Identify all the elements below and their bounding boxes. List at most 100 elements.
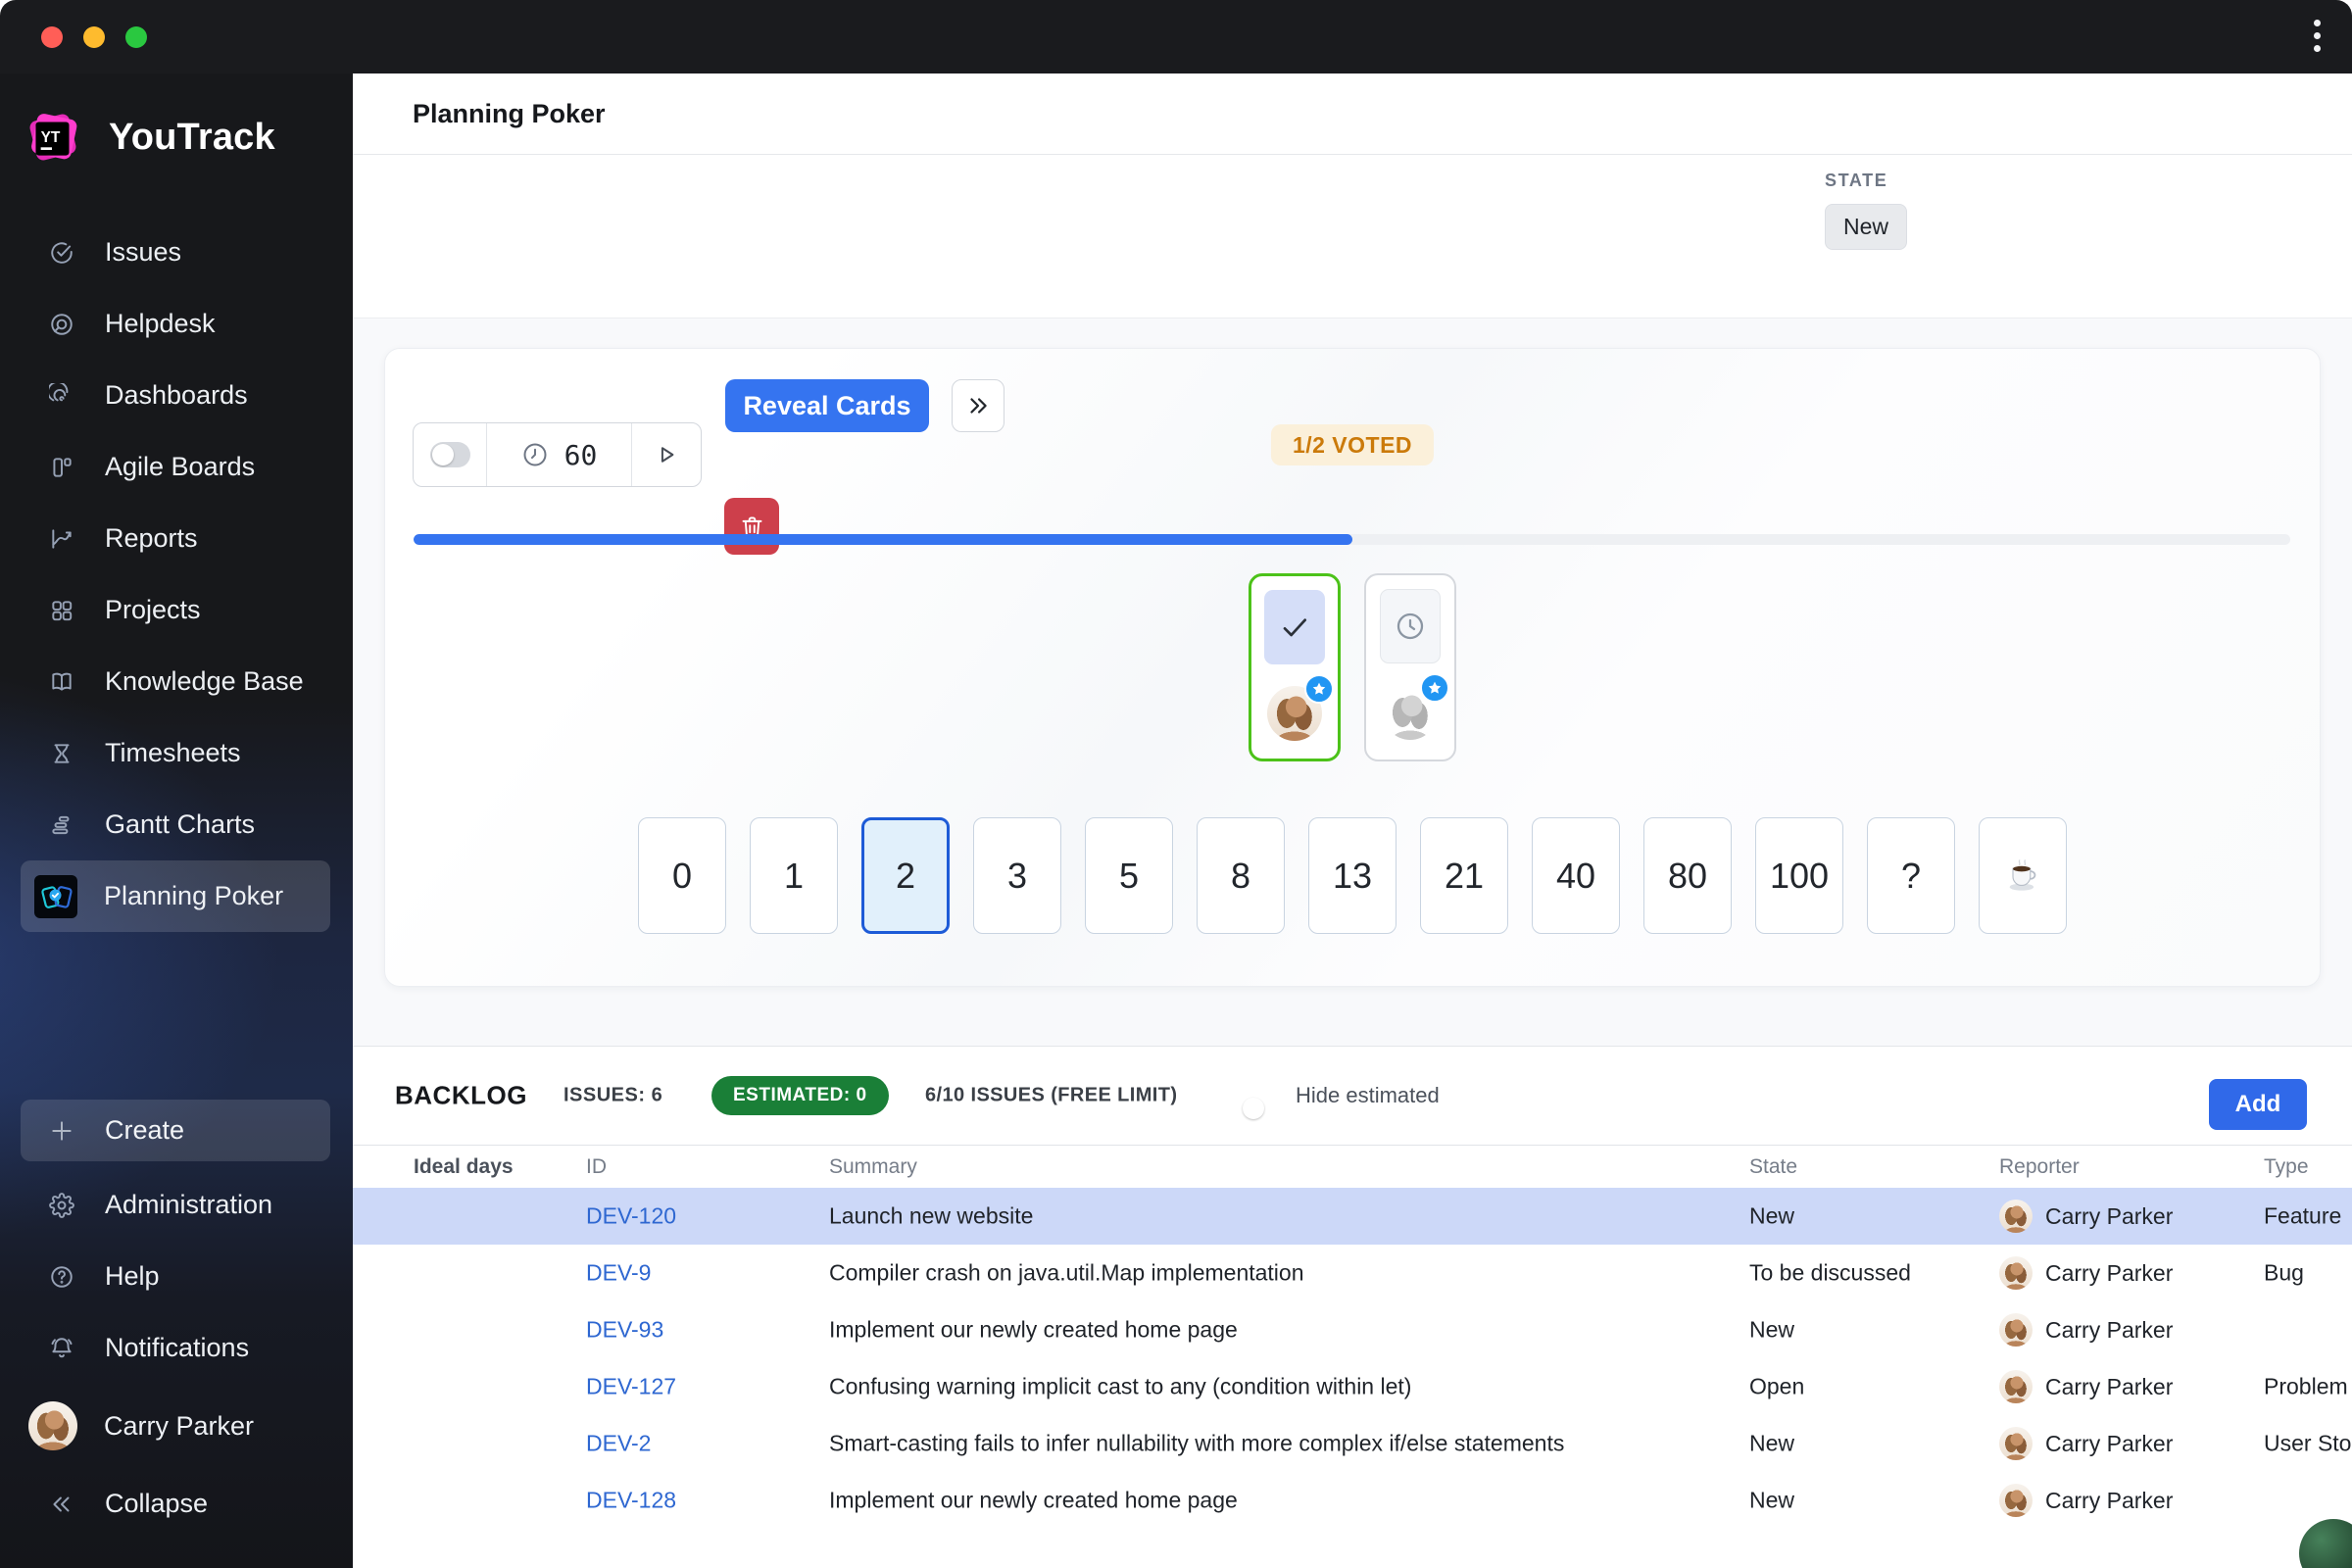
svg-text:YT: YT [41,129,61,146]
poker-card-1[interactable]: 1 [750,817,838,934]
table-row[interactable]: DEV-127 Confusing warning implicit cast … [353,1358,2352,1415]
delete-round-button[interactable] [724,498,779,555]
sidebar-item-timesheets[interactable]: Timesheets [21,717,330,789]
close-window-button[interactable] [41,25,63,48]
moderator-star-badge [1420,673,1449,703]
avatar [1999,1256,2033,1290]
poker-card-13[interactable]: 13 [1308,817,1396,934]
poker-cards-row: 0 1 2 3 5 8 13 21 40 80 100 ? [385,817,2320,934]
state-field: STATE New [1825,171,1908,250]
issue-id-link[interactable]: DEV-2 [586,1431,651,1457]
poker-card-question[interactable]: ? [1867,817,1955,934]
add-issue-button[interactable]: Add [2209,1079,2307,1130]
planning-poker-icon [34,874,77,918]
estimated-badge: ESTIMATED: 0 [711,1076,889,1115]
poker-card-2-selected[interactable]: 2 [861,817,950,934]
app-window: YT YouTrack Issues Helpdesk Dashboards A… [0,0,2352,1568]
poker-card-5[interactable]: 5 [1085,817,1173,934]
sidebar-item-label: Notifications [105,1333,250,1362]
create-button[interactable]: Create [21,1100,330,1161]
timer-toggle[interactable] [429,442,470,467]
sidebar-item-dashboards[interactable]: Dashboards [21,360,330,431]
sidebar-item-gantt-charts[interactable]: Gantt Charts [21,789,330,860]
poker-card-21[interactable]: 21 [1420,817,1508,934]
avatar [1999,1484,2033,1517]
collapse-sidebar-button[interactable]: Collapse [21,1468,353,1540]
sidebar-item-label: Dashboards [105,380,248,410]
reporter-name: Carry Parker [2045,1202,2174,1229]
start-timer-button[interactable] [631,423,701,486]
hourglass-icon [54,743,70,763]
poker-card-8[interactable]: 8 [1197,817,1285,934]
participants-row [385,573,2320,761]
sidebar-item-agile-boards[interactable]: Agile Boards [21,431,330,503]
avatar [1999,1313,2033,1347]
sidebar-item-label: Help [105,1261,160,1291]
state-value-badge[interactable]: New [1825,204,1908,250]
sidebar-item-label: Reports [105,523,198,553]
sidebar-item-reports[interactable]: Reports [21,503,330,574]
sidebar-item-helpdesk[interactable]: Helpdesk [21,288,330,360]
sidebar-item-planning-poker[interactable]: Planning Poker [21,860,330,932]
kebab-menu-icon[interactable] [2314,20,2321,52]
issue-state: New [1749,1316,1795,1343]
chevrons-right-icon [970,398,987,414]
grid-icon [52,600,73,620]
sidebar-item-label: Agile Boards [105,452,256,481]
issue-reporter: Carry Parker [1999,1313,2173,1347]
issue-id-link[interactable]: DEV-93 [586,1317,663,1344]
youtrack-logo[interactable]: YT YouTrack [21,105,353,170]
issue-id-link[interactable]: DEV-127 [586,1374,676,1400]
issue-type: Feature [2264,1202,2342,1229]
poker-card-100[interactable]: 100 [1755,817,1843,934]
minimize-window-button[interactable] [83,25,105,48]
sidebar-item-issues[interactable]: Issues [21,217,330,288]
table-row[interactable]: DEV-9 Compiler crash on java.util.Map im… [353,1245,2352,1301]
issue-reporter: Carry Parker [1999,1427,2173,1460]
sidebar-item-help[interactable]: Help [21,1241,330,1312]
column-header-reporter: Reporter [1999,1154,2080,1178]
participant-card-voted[interactable] [1249,573,1341,761]
more-actions-button[interactable] [952,379,1004,432]
issue-reporter: Carry Parker [1999,1484,2173,1517]
sidebar-item-projects[interactable]: Projects [21,574,330,646]
issue-summary: Compiler crash on java.util.Map implemen… [829,1259,1304,1286]
user-menu[interactable]: Carry Parker [21,1384,353,1468]
issue-state: New [1749,1202,1795,1229]
check-circle-icon [51,241,73,264]
table-row[interactable]: DEV-128 Implement our newly created home… [353,1472,2352,1529]
issue-state: New [1749,1430,1795,1456]
sidebar-item-label: Helpdesk [105,309,216,338]
issue-id-link[interactable]: DEV-120 [586,1203,676,1230]
moderator-star-badge [1304,674,1334,704]
star-icon [1312,682,1326,695]
sidebar-item-notifications[interactable]: Notifications [21,1312,330,1384]
free-limit-label: 6/10 ISSUES (FREE LIMIT) [925,1084,1178,1106]
reveal-cards-button[interactable]: Reveal Cards [725,379,929,432]
table-row[interactable]: DEV-2 Smart-casting fails to infer nulla… [353,1415,2352,1472]
participant-card-waiting[interactable] [1364,573,1456,761]
poker-card-0[interactable]: 0 [638,817,726,934]
zoom-window-button[interactable] [125,25,147,48]
timer-value-section: 60 [486,423,631,486]
poker-card-3[interactable]: 3 [973,817,1061,934]
reporter-name: Carry Parker [2045,1487,2174,1513]
vote-progress-fill [414,534,1352,545]
bell-icon [51,1337,73,1357]
timer-seconds-value[interactable]: 60 [564,439,598,471]
issue-summary: Confusing warning implicit cast to any (… [829,1373,1412,1399]
poker-card-coffee[interactable] [1979,817,2067,934]
gauge-icon [49,382,69,401]
logo-text: YouTrack [109,116,275,158]
youtrack-logo-icon: YT [29,114,77,161]
star-icon [1428,681,1442,694]
sidebar-item-administration[interactable]: Administration [21,1169,330,1241]
table-row[interactable]: DEV-120 Launch new website New Carry Par… [353,1188,2352,1245]
poker-card-40[interactable]: 40 [1532,817,1620,934]
sidebar-item-knowledge-base[interactable]: Knowledge Base [21,646,330,717]
issue-id-link[interactable]: DEV-9 [586,1260,651,1287]
poker-card-80[interactable]: 80 [1643,817,1732,934]
page-header: Planning Poker [353,74,2352,155]
issue-id-link[interactable]: DEV-128 [586,1488,676,1514]
table-row[interactable]: DEV-93 Implement our newly created home … [353,1301,2352,1358]
